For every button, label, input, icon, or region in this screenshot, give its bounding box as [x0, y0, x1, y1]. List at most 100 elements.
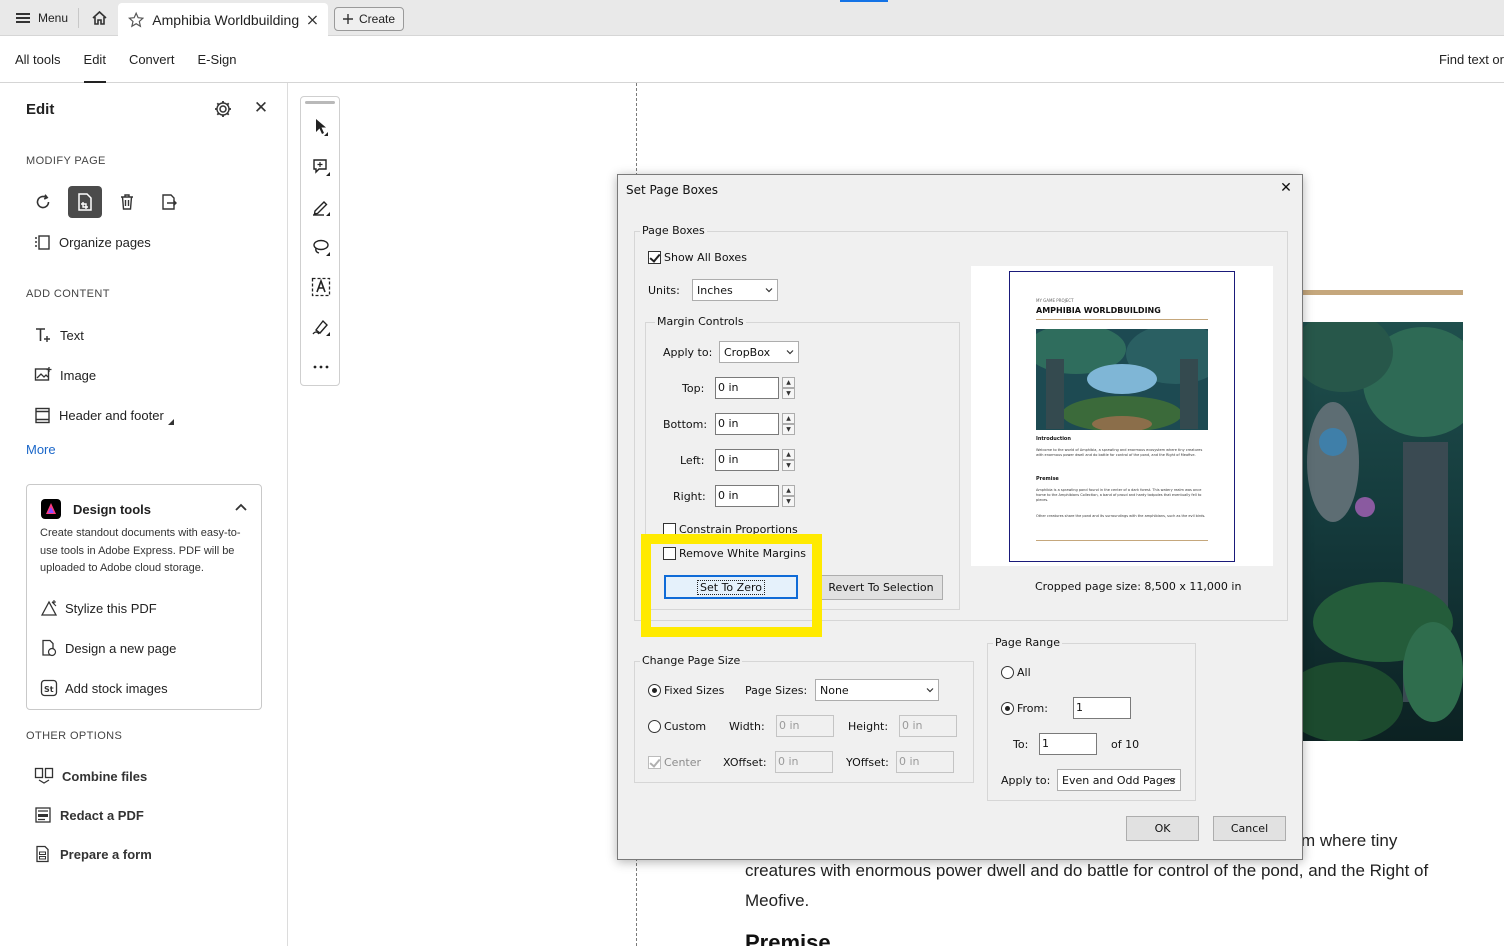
xoffset-label: XOffset: [723, 756, 767, 769]
custom-radio[interactable] [648, 720, 661, 733]
add-stock-images-label: Add stock images [65, 680, 168, 696]
sign-tool-button[interactable] [309, 315, 333, 339]
add-stock-images-item[interactable]: St Add stock images [40, 677, 168, 699]
select-tool-button[interactable] [309, 115, 333, 139]
combine-files-item[interactable]: Combine files [34, 764, 147, 788]
page-range-label: Page Range [993, 636, 1062, 649]
top-margin-spinner[interactable]: ▲ ▼ [782, 377, 795, 399]
right-margin-spinner[interactable]: ▲ ▼ [782, 485, 795, 507]
menu-button[interactable]: Menu [8, 6, 76, 30]
to-page-input[interactable]: 1 [1039, 733, 1097, 755]
draw-tool-button[interactable] [309, 235, 333, 259]
text-label: Text [60, 327, 84, 343]
add-text-item[interactable]: Text [34, 323, 84, 347]
yoffset-input[interactable]: 0 in [896, 751, 954, 773]
ok-button[interactable]: OK [1126, 816, 1199, 841]
preview-heading: AMPHIBIA WORLDBUILDING [1036, 306, 1161, 315]
prepare-form-item[interactable]: Prepare a form [34, 842, 152, 866]
tab-convert[interactable]: Convert [129, 36, 175, 83]
preview-kicker: MY GAME PROJECT [1036, 298, 1074, 303]
highlight-tool-button[interactable] [309, 195, 333, 219]
remove-white-margins-checkbox[interactable] [663, 547, 676, 560]
constrain-proportions-checkbox[interactable] [663, 523, 676, 536]
xoffset-input[interactable]: 0 in [775, 751, 833, 773]
quick-tools-rail [300, 96, 340, 386]
page-sizes-label: Page Sizes: [745, 684, 808, 697]
bottom-label: Bottom: [663, 418, 708, 431]
bottom-margin-input[interactable]: 0 in [715, 413, 779, 435]
create-button[interactable]: Create [334, 7, 404, 31]
left-margin-input[interactable]: 0 in [715, 449, 779, 471]
from-radio[interactable] [1001, 702, 1014, 715]
units-label: Units: [648, 284, 680, 297]
extract-page-button[interactable] [152, 186, 186, 218]
comment-tool-button[interactable] [309, 155, 333, 179]
rotate-page-button[interactable] [26, 186, 60, 218]
cancel-button[interactable]: Cancel [1213, 816, 1286, 841]
design-new-page-item[interactable]: Design a new page [40, 637, 176, 659]
preview-intro-text: Welcome to the world of Amphibia, a spra… [1036, 448, 1203, 457]
height-input[interactable]: 0 in [899, 715, 957, 737]
more-link[interactable]: More [26, 442, 56, 457]
width-input[interactable]: 0 in [776, 715, 834, 737]
add-content-heading: ADD CONTENT [26, 288, 110, 300]
design-tools-header[interactable]: Design tools [41, 499, 151, 519]
design-tools-description: Create standout documents with easy-to-u… [40, 527, 241, 574]
dialog-close-button[interactable]: ✕ [1278, 180, 1294, 196]
revert-to-selection-button[interactable]: Revert To Selection [819, 575, 943, 600]
dialog-title: Set Page Boxes [626, 183, 718, 197]
margin-controls-label: Margin Controls [655, 315, 746, 328]
page-sizes-select[interactable]: None [815, 679, 939, 701]
tab-all-tools[interactable]: All tools [15, 36, 61, 83]
apply-to-select[interactable]: CropBox [719, 341, 799, 363]
document-fantasy-image[interactable] [1303, 322, 1463, 741]
gear-icon[interactable] [213, 99, 233, 119]
show-all-boxes-checkbox[interactable] [648, 251, 661, 264]
units-select[interactable]: Inches [692, 279, 778, 301]
panel-title: Edit [26, 101, 55, 118]
organize-pages-item[interactable]: Organize pages [34, 230, 151, 254]
ok-label: OK [1154, 822, 1171, 835]
bottom-margin-spinner[interactable]: ▲ ▼ [782, 413, 795, 435]
document-tab[interactable]: Amphibia Worldbuilding [118, 3, 328, 36]
center-checkbox[interactable] [648, 756, 661, 769]
redact-pdf-label: Redact a PDF [60, 807, 144, 823]
delete-page-button[interactable] [110, 186, 144, 218]
crop-page-button[interactable] [68, 186, 102, 218]
chevron-up-icon[interactable] [235, 503, 247, 511]
header-footer-item[interactable]: Header and footer [34, 403, 174, 427]
stylize-pdf-item[interactable]: Stylize this PDF [40, 597, 157, 619]
show-all-boxes-label: Show All Boxes [664, 251, 747, 264]
home-button[interactable] [86, 6, 112, 30]
page-boxes-label: Page Boxes [640, 224, 707, 237]
add-image-item[interactable]: Image [34, 363, 96, 387]
page-preview: MY GAME PROJECT AMPHIBIA WORLDBUILDING I… [971, 266, 1273, 566]
height-label: Height: [848, 720, 889, 733]
close-panel-button[interactable]: ✕ [252, 99, 270, 117]
find-text-search[interactable]: Find text or [1439, 52, 1504, 67]
design-tools-title: Design tools [73, 501, 152, 517]
close-tab-icon[interactable] [307, 14, 318, 26]
drag-handle[interactable] [305, 101, 335, 104]
header-footer-icon [35, 407, 50, 423]
to-label: To: [1013, 738, 1029, 751]
range-apply-to-select[interactable]: Even and Odd Pages [1057, 769, 1181, 791]
right-margin-input[interactable]: 0 in [715, 485, 779, 507]
from-page-input[interactable]: 1 [1073, 697, 1131, 719]
lasso-icon [313, 239, 330, 256]
all-pages-radio[interactable] [1001, 666, 1014, 679]
left-margin-spinner[interactable]: ▲ ▼ [782, 449, 795, 471]
fixed-sizes-radio[interactable] [648, 684, 661, 697]
tab-e-sign[interactable]: E-Sign [197, 36, 236, 83]
text-select-tool-button[interactable] [309, 275, 333, 299]
more-tools-button[interactable] [309, 355, 333, 379]
star-icon[interactable] [128, 11, 145, 29]
tab-edit[interactable]: Edit [83, 36, 107, 83]
ellipsis-icon [313, 365, 329, 369]
top-margin-input[interactable]: 0 in [715, 377, 779, 399]
header-footer-label: Header and footer [59, 407, 164, 423]
document-tab-title: Amphibia Worldbuilding [152, 11, 300, 28]
set-to-zero-button[interactable]: Set To Zero [664, 575, 798, 599]
range-apply-to-value: Even and Odd Pages [1062, 774, 1176, 787]
redact-pdf-item[interactable]: Redact a PDF [34, 803, 144, 827]
